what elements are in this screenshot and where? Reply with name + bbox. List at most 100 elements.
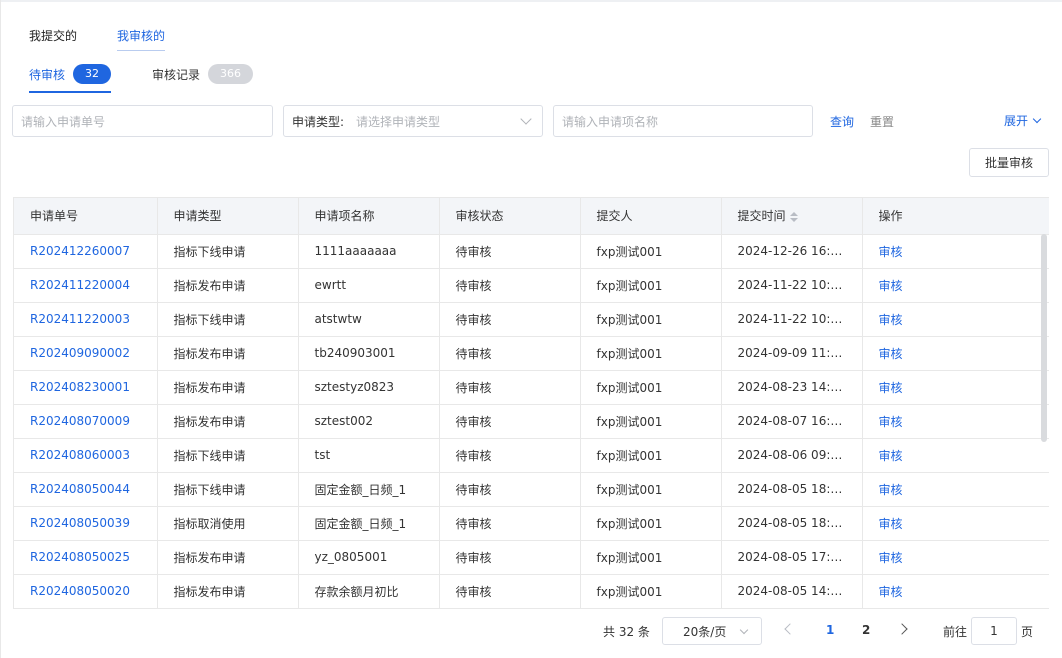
cell-apply-type: 指标发布申请 bbox=[157, 574, 299, 609]
cell-status: 待审核 bbox=[439, 438, 581, 473]
cell-apply-type: 指标下线申请 bbox=[157, 438, 299, 473]
subtab-review-records[interactable]: 审核记录 366 bbox=[152, 63, 254, 85]
cell-action[interactable]: 审核 bbox=[862, 268, 1049, 303]
cell-item-name: tb240903001 bbox=[298, 336, 440, 371]
batch-review-button[interactable]: 批量审核 bbox=[969, 148, 1049, 177]
chevron-down-icon bbox=[739, 625, 749, 634]
cell-apply-type: 指标取消使用 bbox=[157, 506, 299, 541]
cell-status: 待审核 bbox=[439, 404, 581, 439]
review-table: 申请单号 申请类型 申请项名称 审核状态 提交人 提交时间 操作 R202412… bbox=[13, 197, 1049, 609]
table: 申请单号 申请类型 申请项名称 审核状态 提交人 提交时间 操作 R202412… bbox=[14, 198, 1049, 609]
cell-status: 待审核 bbox=[439, 268, 581, 303]
cell-apply-no[interactable]: R202408230001 bbox=[14, 370, 158, 405]
item-name-placeholder: 请输入申请项名称 bbox=[562, 114, 659, 129]
cell-action[interactable]: 审核 bbox=[862, 574, 1049, 609]
cell-submit-time: 2024-08-05 17:30... bbox=[721, 540, 863, 575]
cell-action[interactable] bbox=[862, 608, 1049, 609]
subtab-pending-review[interactable]: 待审核 32 bbox=[29, 63, 112, 93]
cell-item-name: atstwtw bbox=[298, 302, 440, 337]
cell-apply-no[interactable] bbox=[14, 608, 158, 609]
cell-submitter: fxp测试001 bbox=[580, 540, 722, 575]
table-scrollbar[interactable] bbox=[1041, 234, 1047, 442]
subtab-records-label: 审核记录 bbox=[152, 67, 201, 82]
next-page-icon[interactable] bbox=[896, 623, 908, 635]
cell-status: 待审核 bbox=[439, 336, 581, 371]
cell-submit-time: 2024-08-05 18:35... bbox=[721, 472, 863, 507]
cell-apply-type: 指标发布申请 bbox=[157, 404, 299, 439]
cell-action[interactable]: 审核 bbox=[862, 540, 1049, 575]
sort-icon[interactable] bbox=[789, 211, 798, 222]
page-2[interactable]: 2 bbox=[862, 623, 870, 637]
table-row: R202408230001 指标发布申请 sztestyz0823 待审核 fxp测试0… bbox=[14, 370, 1049, 405]
reset-button[interactable]: 重置 bbox=[870, 113, 894, 130]
cell-action[interactable]: 审核 bbox=[862, 370, 1049, 405]
chevron-down-icon bbox=[520, 113, 532, 125]
top-border bbox=[0, 0, 1062, 2]
cell-submit-time: 2024-09-09 11:24... bbox=[721, 336, 863, 371]
apply-no-placeholder: 请输入申请单号 bbox=[21, 114, 106, 129]
pending-count-badge: 32 bbox=[73, 64, 112, 84]
cell-apply-no[interactable]: R202411220003 bbox=[14, 302, 158, 337]
cell-action[interactable]: 审核 bbox=[862, 302, 1049, 337]
apply-type-select[interactable]: 申请类型: 请选择申请类型 bbox=[283, 105, 543, 137]
apply-no-input[interactable]: 请输入申请单号 bbox=[12, 105, 273, 137]
cell-apply-no[interactable]: R202408050039 bbox=[14, 506, 158, 541]
table-row: R202409090002 指标发布申请 tb240903001 待审核 fxp测试00… bbox=[14, 336, 1049, 371]
cell-submit-time: 2024-08-06 09:42... bbox=[721, 438, 863, 473]
cell-apply-type: 指标发布申请 bbox=[157, 370, 299, 405]
tab-my-review[interactable]: 我审核的 bbox=[117, 27, 166, 51]
query-button[interactable]: 查询 bbox=[830, 113, 854, 130]
prev-page-icon[interactable] bbox=[784, 623, 796, 635]
col-submit-time[interactable]: 提交时间 bbox=[721, 198, 863, 235]
cell-apply-no[interactable]: R202408060003 bbox=[14, 438, 158, 473]
cell-item-name: sztest002 bbox=[298, 404, 440, 439]
records-count-badge: 366 bbox=[208, 64, 254, 84]
goto-label: 前往 bbox=[943, 625, 968, 639]
table-row bbox=[14, 608, 1049, 609]
cell-apply-no[interactable]: R202408050025 bbox=[14, 540, 158, 575]
cell-status: 待审核 bbox=[439, 302, 581, 337]
goto-page-input[interactable]: 1 bbox=[971, 617, 1017, 645]
cell-submit-time: 2024-08-23 14:38... bbox=[721, 370, 863, 405]
apply-type-placeholder: 请选择申请类型 bbox=[356, 114, 441, 129]
cell-submitter: fxp测试001 bbox=[580, 302, 722, 337]
subtab-pending-label: 待审核 bbox=[29, 67, 66, 82]
cell-status: 待审核 bbox=[439, 506, 581, 541]
sub-tabs: 待审核 32 审核记录 366 bbox=[29, 63, 254, 93]
cell-action[interactable]: 审核 bbox=[862, 472, 1049, 507]
cell-submit-time bbox=[721, 608, 863, 609]
item-name-input[interactable]: 请输入申请项名称 bbox=[553, 105, 813, 137]
col-apply-no: 申请单号 bbox=[14, 198, 158, 235]
cell-action[interactable]: 审核 bbox=[862, 336, 1049, 371]
cell-status bbox=[439, 608, 581, 609]
cell-item-name: 1111aaaaaaa bbox=[298, 234, 440, 269]
cell-action[interactable]: 审核 bbox=[862, 506, 1049, 541]
cell-status: 待审核 bbox=[439, 472, 581, 507]
page-size-select[interactable]: 20条/页 bbox=[662, 617, 762, 645]
cell-apply-no[interactable]: R202412260007 bbox=[14, 234, 158, 269]
table-row: R202412260007 指标下线申请 1111aaaaaaa 待审核 fxp测试00… bbox=[14, 234, 1049, 269]
cell-status: 待审核 bbox=[439, 574, 581, 609]
cell-action[interactable]: 审核 bbox=[862, 404, 1049, 439]
cell-submitter: fxp测试001 bbox=[580, 234, 722, 269]
cell-action[interactable]: 审核 bbox=[862, 438, 1049, 473]
tab-my-submitted[interactable]: 我提交的 bbox=[29, 27, 117, 47]
cell-submitter: fxp测试001 bbox=[580, 438, 722, 473]
cell-apply-no[interactable]: R202409090002 bbox=[14, 336, 158, 371]
page-1[interactable]: 1 bbox=[826, 623, 834, 637]
col-submitter: 提交人 bbox=[580, 198, 722, 235]
table-row: R202408050025 指标发布申请 yz_0805001 待审核 fxp测试001… bbox=[14, 540, 1049, 575]
cell-apply-no[interactable]: R202408050044 bbox=[14, 472, 158, 507]
cell-submit-time: 2024-11-22 10:45... bbox=[721, 268, 863, 303]
cell-action[interactable]: 审核 bbox=[862, 234, 1049, 269]
expand-button[interactable]: 展开 bbox=[1004, 112, 1044, 129]
cell-apply-no[interactable]: R202408070009 bbox=[14, 404, 158, 439]
col-status: 审核状态 bbox=[439, 198, 581, 235]
cell-apply-type: 指标下线申请 bbox=[157, 472, 299, 507]
cell-item-name: 固定金额_日频_1 bbox=[298, 472, 440, 507]
cell-item-name: yz_0805001 bbox=[298, 540, 440, 575]
expand-label: 展开 bbox=[1004, 114, 1029, 128]
cell-submit-time: 2024-11-22 10:43... bbox=[721, 302, 863, 337]
cell-apply-no[interactable]: R202411220004 bbox=[14, 268, 158, 303]
cell-apply-no[interactable]: R202408050020 bbox=[14, 574, 158, 609]
